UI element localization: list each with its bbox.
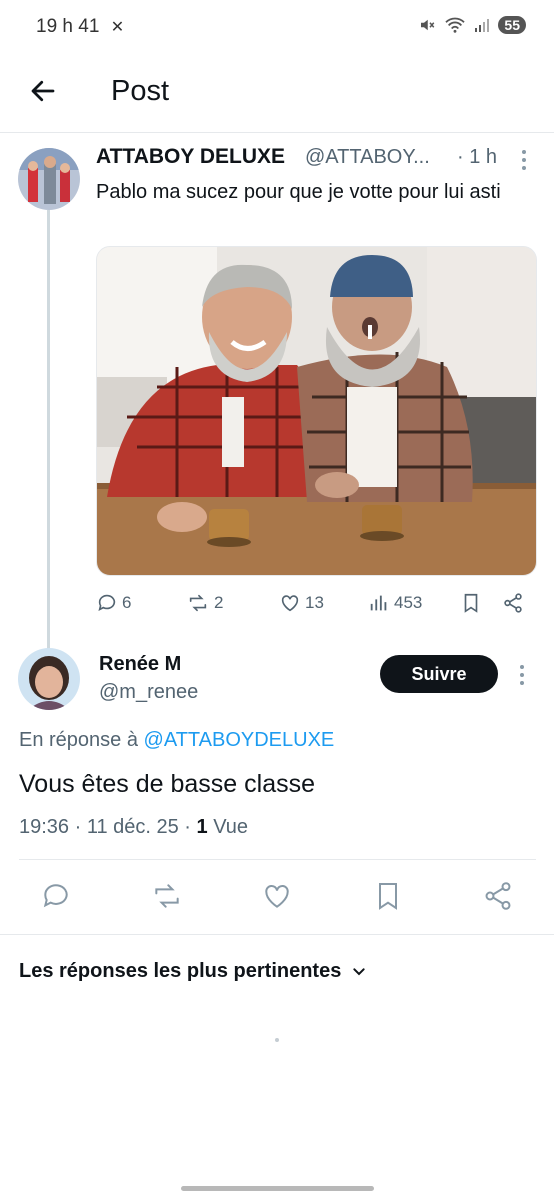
loading-dot xyxy=(275,1038,279,1042)
follow-button[interactable]: Suivre xyxy=(380,655,498,693)
reply-mention-link[interactable]: @ATTABOYDELUXE xyxy=(144,729,335,751)
chevron-down-icon xyxy=(353,967,366,975)
back-arrow-icon[interactable] xyxy=(28,76,58,106)
author-handle[interactable]: @ATTABOY... xyxy=(305,146,430,169)
status-time: 19 h 41 ✕ xyxy=(36,16,124,38)
reply-more-options-icon[interactable] xyxy=(519,665,525,685)
battery-indicator: 55 xyxy=(498,16,526,34)
reply-bar-icon[interactable] xyxy=(40,880,72,912)
reply-timestamp: 19:36 · 11 déc. 25 · xyxy=(19,816,197,838)
signal-icon xyxy=(475,19,490,32)
mute-icon xyxy=(421,19,435,31)
replies-sort-selector[interactable]: Les réponses les plus pertinentes xyxy=(19,960,367,983)
more-options-icon[interactable] xyxy=(521,150,527,170)
retweet-count: 2 xyxy=(214,593,224,612)
bookmark-bar-icon[interactable] xyxy=(372,880,404,912)
page-title: Post xyxy=(111,75,170,107)
reply-avatar[interactable] xyxy=(18,648,80,710)
replies-sort-label: Les réponses les plus pertinentes xyxy=(19,960,342,982)
meta-divider xyxy=(19,859,536,860)
retweet-bar-icon[interactable] xyxy=(150,880,184,912)
home-indicator[interactable] xyxy=(181,1186,374,1191)
reply-context: En réponse à @ATTABOYDELUXE xyxy=(19,729,334,752)
views-count: 453 xyxy=(394,593,423,612)
reply-action[interactable]: 6 xyxy=(96,592,131,614)
tweet-image[interactable] xyxy=(96,246,537,576)
status-time-text: 19 h 41 xyxy=(36,16,100,37)
heart-icon xyxy=(281,595,299,612)
share-icon[interactable] xyxy=(502,592,524,614)
avatar[interactable] xyxy=(18,148,80,210)
reply-author-name[interactable]: Renée M xyxy=(99,653,181,676)
wifi-icon xyxy=(445,17,466,33)
header-divider xyxy=(0,132,554,133)
reply-views-label: Vue xyxy=(207,816,249,838)
retweet-icon xyxy=(189,594,207,612)
retweet-action[interactable]: 2 xyxy=(186,592,223,614)
missed-call-icon: ✕ xyxy=(110,19,125,36)
reply-count: 6 xyxy=(122,593,132,612)
reply-views-count: 1 xyxy=(196,816,208,838)
like-bar-icon[interactable] xyxy=(261,880,293,912)
thread-line xyxy=(47,210,50,650)
actions-divider xyxy=(0,934,554,935)
reply-author-handle[interactable]: @m_renee xyxy=(99,681,198,704)
reply-meta: 19:36 · 11 déc. 25 · 1 Vue xyxy=(19,816,248,839)
author-name[interactable]: ATTABOY DELUXE xyxy=(96,145,285,169)
like-count: 13 xyxy=(305,593,324,612)
share-bar-icon[interactable] xyxy=(482,880,514,912)
like-action[interactable]: 13 xyxy=(279,592,324,614)
status-icons: 55 xyxy=(418,16,526,34)
views-icon xyxy=(370,595,387,611)
reply-icon xyxy=(98,594,116,611)
tweet-text: Pablo ma sucez pour que je votte pour lu… xyxy=(96,181,501,203)
reply-context-prefix: En réponse à xyxy=(19,729,138,751)
views-action[interactable]: 453 xyxy=(368,592,422,614)
reply-text: Vous êtes de basse classe xyxy=(19,770,316,798)
tweet-time: · 1 h xyxy=(457,146,498,168)
bookmark-icon[interactable] xyxy=(460,592,482,614)
